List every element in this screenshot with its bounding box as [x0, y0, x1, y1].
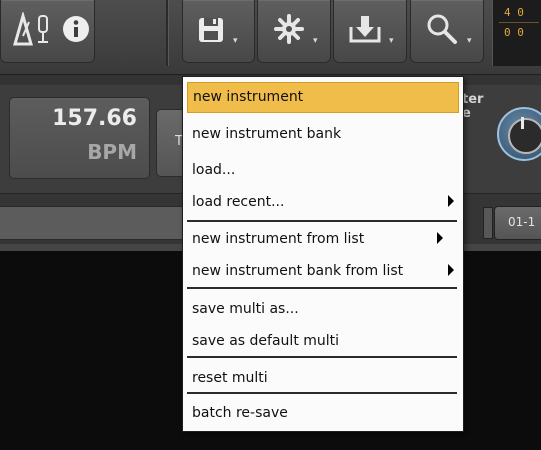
menu-item-save-as-default-multi[interactable]: save as default multi: [187, 327, 457, 356]
knob-cap: [508, 118, 541, 154]
toolbar-separator: [166, 0, 169, 66]
submenu-arrow-icon: [448, 195, 454, 207]
master-label-line-1: ter: [462, 92, 484, 107]
meter-top-value: 4 0: [504, 6, 524, 19]
menu-item-new-instrument-from-list[interactable]: new instrument from list: [187, 225, 457, 254]
chevron-down-icon: ▾: [313, 36, 318, 46]
knob-indicator: [521, 117, 524, 129]
menu-item-label: save multi as...: [192, 301, 299, 317]
submenu-arrow-icon: [448, 264, 454, 276]
menu-item-reset-multi[interactable]: reset multi: [187, 364, 457, 393]
meter-display: 4 0 0 0: [492, 0, 541, 66]
file-menu-button[interactable]: ▾: [182, 0, 255, 63]
menu-item-label: new instrument: [193, 89, 304, 105]
meter-divider: [499, 22, 539, 23]
metronome-icon: [13, 12, 48, 46]
menu-item-label: reset multi: [192, 370, 268, 386]
menu-item-new-instrument-bank[interactable]: new instrument bank: [187, 120, 457, 149]
menu-item-new-instrument-bank-from-list[interactable]: new instrument bank from list: [187, 257, 457, 286]
menu-item-batch-re-save[interactable]: batch re-save: [187, 399, 457, 428]
menu-item-save-multi-as[interactable]: save multi as...: [187, 295, 457, 324]
tempo-display[interactable]: 157.66 BPM: [9, 97, 150, 179]
search-icon: [427, 14, 457, 44]
chevron-down-icon: ▾: [233, 36, 238, 46]
app-window: ▾ ▾ ▾ ▾ 4 0 0 0 157.66 BPM T ter e 01-1 …: [0, 0, 541, 450]
menu-item-label: batch re-save: [192, 405, 288, 421]
file-dropdown-menu: new instrument new instrument bank load.…: [182, 76, 464, 432]
submenu-arrow-icon: [437, 232, 443, 244]
gear-icon: [274, 14, 304, 44]
menu-separator: [187, 356, 457, 358]
info-icon: [63, 16, 89, 42]
master-label-line-2: e: [462, 106, 471, 121]
menu-separator: [187, 287, 457, 289]
menu-item-load[interactable]: load...: [187, 156, 457, 185]
menu-item-load-recent[interactable]: load recent...: [187, 188, 457, 217]
menu-item-label: new instrument from list: [192, 231, 365, 247]
master-volume-knob[interactable]: [497, 107, 541, 161]
page-label: 01-1: [508, 215, 536, 229]
bpm-value: 157.66: [52, 106, 137, 131]
import-icon: [349, 16, 381, 43]
menu-item-label: load recent...: [192, 194, 285, 210]
menu-separator: [187, 220, 457, 222]
page-selector[interactable]: 01-1: [494, 206, 541, 240]
multi-name-field[interactable]: [0, 206, 183, 240]
chevron-down-icon: ▾: [467, 36, 472, 46]
chevron-down-icon: ▾: [389, 36, 394, 46]
import-button[interactable]: ▾: [333, 0, 407, 63]
bpm-unit: BPM: [87, 140, 137, 164]
options-button[interactable]: ▾: [257, 0, 331, 63]
save-icon: [199, 18, 223, 42]
metronome-button[interactable]: [0, 0, 95, 63]
menu-item-new-instrument[interactable]: new instrument: [187, 82, 459, 113]
search-button[interactable]: ▾: [410, 0, 484, 63]
menu-item-label: save as default multi: [192, 333, 340, 349]
menu-item-label: load...: [192, 162, 236, 178]
meter-bottom-value: 0 0: [504, 26, 524, 39]
menu-item-label: new instrument bank: [192, 126, 342, 142]
rack-small-button[interactable]: [483, 207, 493, 239]
menu-item-label: new instrument bank from list: [192, 263, 404, 279]
menu-separator: [187, 392, 457, 394]
main-toolbar: ▾ ▾ ▾ ▾ 4 0 0 0: [0, 0, 541, 75]
master-label: ter e: [462, 93, 483, 121]
